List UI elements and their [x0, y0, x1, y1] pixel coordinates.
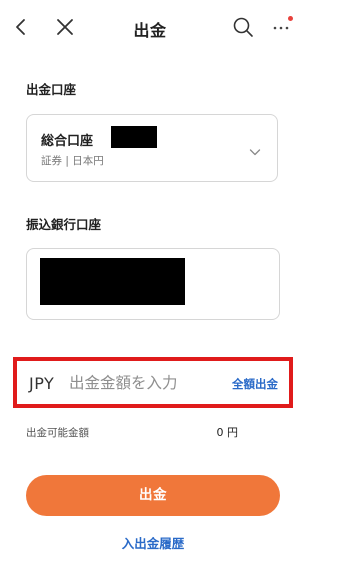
withdraw-all-button[interactable]: 全額出金	[232, 376, 278, 392]
account-section-title: 出金口座	[26, 82, 77, 97]
withdrawal-screen: 出金 出金口座 総合口座 証券 | 日本円 振込銀行口座 JPY 出金金額を入力…	[0, 0, 300, 565]
account-select[interactable]: 総合口座 証券 | 日本円	[26, 114, 278, 182]
chevron-down-icon	[249, 143, 261, 156]
redacted-bank-account	[40, 258, 185, 305]
history-link[interactable]: 入出金履歴	[0, 533, 306, 552]
bank-account-card[interactable]	[26, 248, 280, 320]
account-name: 総合口座	[41, 134, 94, 149]
bank-section-title: 振込銀行口座	[26, 217, 102, 232]
header: 出金	[0, 0, 300, 56]
amount-input-box: JPY 全額出金	[13, 357, 293, 408]
page-title: 出金	[133, 21, 167, 40]
search-icon[interactable]	[231, 15, 255, 39]
notification-dot	[288, 16, 293, 21]
amount-input[interactable]	[69, 369, 219, 397]
available-amount-label: 出金可能金額	[26, 427, 89, 439]
account-subtext: 証券 | 日本円	[41, 155, 104, 167]
withdraw-button[interactable]: 出金	[26, 475, 280, 516]
redacted-account-number	[111, 126, 157, 148]
currency-label: JPY	[29, 374, 55, 393]
available-amount-value: 0 円	[216, 426, 239, 439]
